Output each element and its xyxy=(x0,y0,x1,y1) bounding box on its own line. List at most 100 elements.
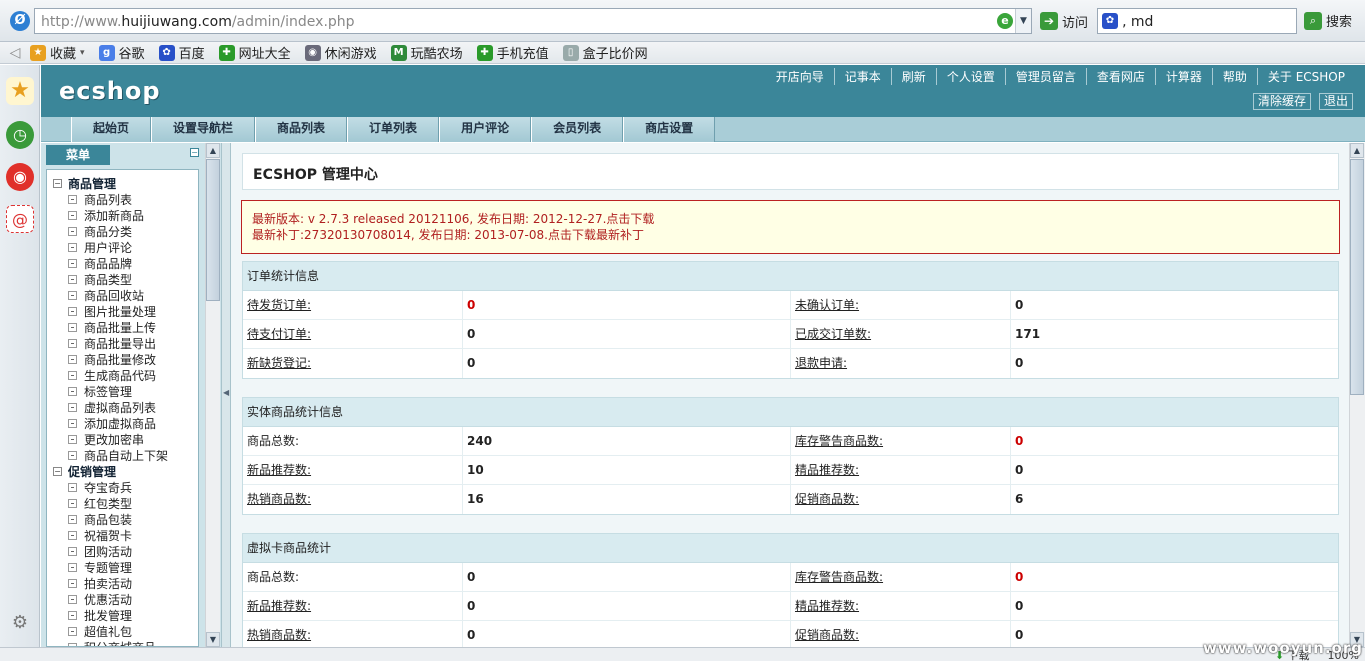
stat-label-link[interactable]: 精品推荐数: xyxy=(795,463,859,477)
menu-item[interactable]: 更改加密串 xyxy=(53,431,198,447)
stat-label-link[interactable]: 未确认订单: xyxy=(795,298,859,312)
favorite-item[interactable]: ◉ 休闲游戏 xyxy=(304,43,377,62)
menu-item[interactable]: 添加虚拟商品 xyxy=(53,415,198,431)
favorite-item[interactable]: ★ 收藏 ▾ xyxy=(30,43,85,62)
content-scrollbar[interactable]: ▲ ▼ xyxy=(1349,143,1365,647)
scroll-up-arrow-icon[interactable]: ▲ xyxy=(1350,143,1364,158)
top-link[interactable]: 个人设置 xyxy=(935,68,1005,85)
favorite-item[interactable]: g 谷歌 xyxy=(98,43,145,62)
scroll-up-arrow-icon[interactable]: ▲ xyxy=(206,143,220,158)
clear-cache-button[interactable]: 清除缓存 xyxy=(1252,93,1311,110)
top-link[interactable]: 开店向导 xyxy=(766,68,834,85)
collapse-left-arrow-icon[interactable]: ◀ xyxy=(223,388,229,397)
menu-item[interactable]: 夺宝奇兵 xyxy=(53,479,198,495)
menu-item[interactable]: 添加新商品 xyxy=(53,207,198,223)
back-arrow-icon[interactable]: ◁ xyxy=(0,45,30,61)
favorite-item[interactable]: ▯ 盒子比价网 xyxy=(562,43,648,62)
ie-compat-icon[interactable]: e xyxy=(997,13,1013,29)
menu-item[interactable]: 商品自动上下架 xyxy=(53,447,198,463)
main-menu-item[interactable]: 用户评论 xyxy=(439,117,532,142)
menu-item[interactable]: 标签管理 xyxy=(53,383,198,399)
menu-item[interactable]: 祝福贺卡 xyxy=(53,527,198,543)
menu-item[interactable]: 商品批量导出 xyxy=(53,335,198,351)
settings-gear-icon[interactable]: ⚙ xyxy=(6,609,34,637)
top-link[interactable]: 管理员留言 xyxy=(1004,68,1086,85)
collapse-box-icon[interactable]: − xyxy=(53,466,62,476)
main-menu-item[interactable]: 订单列表 xyxy=(347,117,440,142)
menu-item[interactable]: 商品列表 xyxy=(53,191,198,207)
menu-item[interactable]: 商品包装 xyxy=(53,511,198,527)
menu-item[interactable]: 积分商城商品 xyxy=(53,639,198,646)
menu-scrollbar[interactable]: ▲ ▼ xyxy=(205,143,220,647)
logout-button[interactable]: 退出 xyxy=(1318,93,1353,110)
menu-item[interactable]: 红包类型 xyxy=(53,495,198,511)
favorite-item[interactable]: ✿ 百度 xyxy=(158,43,205,62)
menu-item[interactable]: 商品分类 xyxy=(53,223,198,239)
scroll-thumb[interactable] xyxy=(206,159,220,301)
history-clock-icon[interactable]: ◷ xyxy=(6,121,34,149)
search-button[interactable]: ⌕ 搜索 xyxy=(1304,11,1352,30)
weibo-icon[interactable]: ◉ xyxy=(6,163,34,191)
menu-item[interactable]: 图片批量处理 xyxy=(53,303,198,319)
menu-item[interactable]: 生成商品代码 xyxy=(53,367,198,383)
top-link[interactable]: 记事本 xyxy=(833,68,891,85)
menu-item[interactable]: 超值礼包 xyxy=(53,623,198,639)
favorites-star-icon[interactable]: ★ xyxy=(6,77,34,105)
main-menu-item[interactable]: 商店设置 xyxy=(623,117,716,142)
menu-tab[interactable]: 菜单 xyxy=(46,145,110,165)
main-menu-item[interactable]: 设置导航栏 xyxy=(151,117,256,142)
favorites-dropdown-icon[interactable]: ▾ xyxy=(80,48,85,58)
stat-label-link[interactable]: 新品推荐数: xyxy=(247,599,311,613)
latest-version-link[interactable]: 最新版本: v 2.7.3 released 20121106, 发布日期: 2… xyxy=(252,211,1339,227)
url-dropdown-button[interactable]: ▼ xyxy=(1015,9,1031,33)
latest-patch-link[interactable]: 最新补丁:27320130708014, 发布日期: 2013-07-08.点击… xyxy=(252,227,1339,243)
stat-label-link[interactable]: 热销商品数: xyxy=(247,492,311,506)
stat-label-link[interactable]: 精品推荐数: xyxy=(795,599,859,613)
top-link[interactable]: 查看网店 xyxy=(1085,68,1155,85)
menu-item[interactable]: 商品品牌 xyxy=(53,255,198,271)
mail-icon[interactable]: @ xyxy=(6,205,34,233)
stat-label-link[interactable]: 促销商品数: xyxy=(795,492,859,506)
go-button[interactable]: ➔ 访问 xyxy=(1040,11,1088,31)
menu-item[interactable]: 商品批量上传 xyxy=(53,319,198,335)
favorite-item[interactable]: ✚ 网址大全 xyxy=(218,43,291,62)
top-link[interactable]: 计算器 xyxy=(1154,68,1212,85)
stat-label-link[interactable]: 新缺货登记: xyxy=(247,356,311,370)
menu-group[interactable]: − 商品管理 xyxy=(53,175,198,191)
menu-item[interactable]: 商品回收站 xyxy=(53,287,198,303)
menu-item[interactable]: 拍卖活动 xyxy=(53,575,198,591)
scroll-thumb[interactable] xyxy=(1350,159,1364,395)
main-menu-item[interactable]: 会员列表 xyxy=(531,117,624,142)
stat-label-link[interactable]: 热销商品数: xyxy=(247,628,311,642)
menu-item[interactable]: 商品批量修改 xyxy=(53,351,198,367)
menu-item[interactable]: 虚拟商品列表 xyxy=(53,399,198,415)
top-link[interactable]: 关于 ECSHOP xyxy=(1256,68,1355,85)
panel-splitter[interactable]: ◀ xyxy=(221,143,231,647)
menu-item[interactable]: 用户评论 xyxy=(53,239,198,255)
collapse-box-icon[interactable]: − xyxy=(53,178,62,188)
menu-item[interactable]: 批发管理 xyxy=(53,607,198,623)
stat-label-link[interactable]: 退款申请: xyxy=(795,356,847,370)
menu-item[interactable]: 优惠活动 xyxy=(53,591,198,607)
menu-item[interactable]: 团购活动 xyxy=(53,543,198,559)
menu-item[interactable]: 专题管理 xyxy=(53,559,198,575)
favorite-item[interactable]: ✚ 手机充值 xyxy=(476,43,549,62)
stat-label-link[interactable]: 库存警告商品数: xyxy=(795,570,883,584)
stat-label-link[interactable]: 待发货订单: xyxy=(247,298,311,312)
favorite-item[interactable]: M 玩酷农场 xyxy=(390,43,463,62)
main-menu-item[interactable]: 商品列表 xyxy=(255,117,348,142)
stat-label-link[interactable]: 促销商品数: xyxy=(795,628,859,642)
stat-label-link[interactable]: 库存警告商品数: xyxy=(795,434,883,448)
top-link[interactable]: 刷新 xyxy=(890,68,936,85)
menu-item[interactable]: 商品类型 xyxy=(53,271,198,287)
menu-group[interactable]: − 促销管理 xyxy=(53,463,198,479)
stat-label-link[interactable]: 待支付订单: xyxy=(247,327,311,341)
search-input[interactable]: ✿ ‚ md xyxy=(1097,8,1297,34)
scroll-down-arrow-icon[interactable]: ▼ xyxy=(206,632,220,647)
collapse-menu-icon[interactable]: − xyxy=(190,148,199,157)
main-menu-item[interactable]: 起始页 xyxy=(71,117,152,142)
top-link[interactable]: 帮助 xyxy=(1211,68,1257,85)
url-input[interactable]: http://www.huijiuwang.com/admin/index.ph… xyxy=(34,8,1032,34)
stat-label-link[interactable]: 新品推荐数: xyxy=(247,463,311,477)
stat-label-link[interactable]: 已成交订单数: xyxy=(795,327,871,341)
